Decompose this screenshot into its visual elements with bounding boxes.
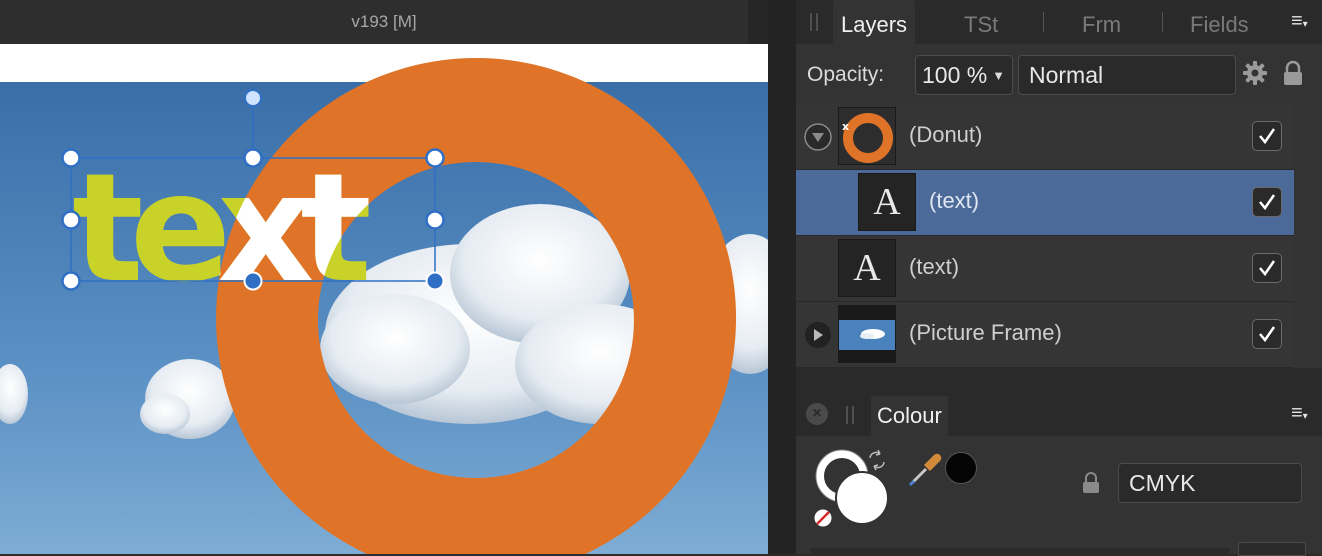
visibility-checkbox[interactable] <box>1252 187 1282 217</box>
opacity-label: Opacity: <box>807 63 885 86</box>
tab-fields[interactable]: Fields <box>1190 0 1249 44</box>
text-layer-icon: A <box>858 173 916 231</box>
panel-tabs: Layers TSt Frm Fields ≡▾ <box>796 0 1322 44</box>
title-bar-edge <box>748 0 768 44</box>
visibility-checkbox[interactable] <box>1252 253 1282 283</box>
layer-row-text-selected[interactable]: A (text) <box>796 170 1294 236</box>
text-layer-icon: A <box>838 239 896 297</box>
visibility-checkbox[interactable] <box>1252 121 1282 151</box>
blend-mode-select[interactable]: Normal <box>1018 55 1236 95</box>
opacity-value: 100 % <box>922 62 988 88</box>
colour-slider-track[interactable] <box>810 548 1230 554</box>
tab-divider <box>1162 12 1163 32</box>
tab-divider <box>1043 12 1044 32</box>
layer-name: (Picture Frame) <box>909 320 1062 345</box>
swap-arrows-icon <box>869 449 885 471</box>
layer-options-bar: Opacity: 100 % ▼ Normal <box>796 44 1322 104</box>
layer-thumbnail <box>838 305 896 363</box>
tab-colour[interactable]: Colour <box>871 396 948 436</box>
chevron-down-icon[interactable]: ▼ <box>992 68 1005 83</box>
expand-triangle-icon[interactable] <box>804 321 832 349</box>
panel-grip-icon[interactable] <box>810 13 820 31</box>
layers-list-empty-area <box>796 368 1322 396</box>
opacity-field[interactable]: 100 % ▼ <box>915 55 1013 95</box>
gear-icon[interactable] <box>1242 60 1268 86</box>
rotate-handle <box>244 89 262 107</box>
collapse-triangle-icon[interactable] <box>804 123 832 151</box>
document-title-bar: v193 [M] <box>0 0 768 45</box>
tab-frm[interactable]: Frm <box>1082 0 1121 44</box>
picked-colour-swatch[interactable] <box>945 452 977 484</box>
layer-row-picture-frame[interactable]: (Picture Frame) <box>796 302 1294 368</box>
colour-panel-header: × Colour ≡▾ <box>796 396 1322 436</box>
studio-panel: Layers TSt Frm Fields ≡▾ Opacity: 100 % … <box>796 0 1322 556</box>
colour-panel-body: CMYK <box>796 436 1322 556</box>
layer-thumbnail: x <box>838 107 896 165</box>
close-icon[interactable]: × <box>806 403 828 425</box>
panel-grip-icon[interactable] <box>846 406 856 424</box>
tab-tst[interactable]: TSt <box>964 0 998 44</box>
panel-splitter[interactable] <box>768 0 796 554</box>
tab-layers[interactable]: Layers <box>833 0 916 44</box>
layer-name: (text) <box>909 254 960 279</box>
document-title: v193 [M] <box>351 12 417 31</box>
canvas-area[interactable]: text text <box>0 44 768 554</box>
canvas-artwork[interactable]: text text <box>0 44 768 554</box>
visibility-checkbox[interactable] <box>1252 319 1282 349</box>
hamburger-menu-icon[interactable]: ≡▾ <box>1291 11 1313 32</box>
layer-name: (text) <box>929 188 980 213</box>
layer-row-text[interactable]: A (text) <box>796 236 1294 302</box>
layer-row-donut[interactable]: x (Donut) <box>796 104 1294 170</box>
svg-text:x: x <box>842 120 849 133</box>
fill-stroke-swatches[interactable] <box>810 448 910 530</box>
hamburger-menu-icon[interactable]: ≡▾ <box>1291 403 1313 424</box>
lock-icon[interactable] <box>1282 60 1304 86</box>
eyedropper-icon[interactable] <box>908 451 948 487</box>
colour-model-select[interactable]: CMYK <box>1118 463 1302 503</box>
layer-name: (Donut) <box>909 122 983 147</box>
lock-icon[interactable] <box>1082 472 1100 494</box>
